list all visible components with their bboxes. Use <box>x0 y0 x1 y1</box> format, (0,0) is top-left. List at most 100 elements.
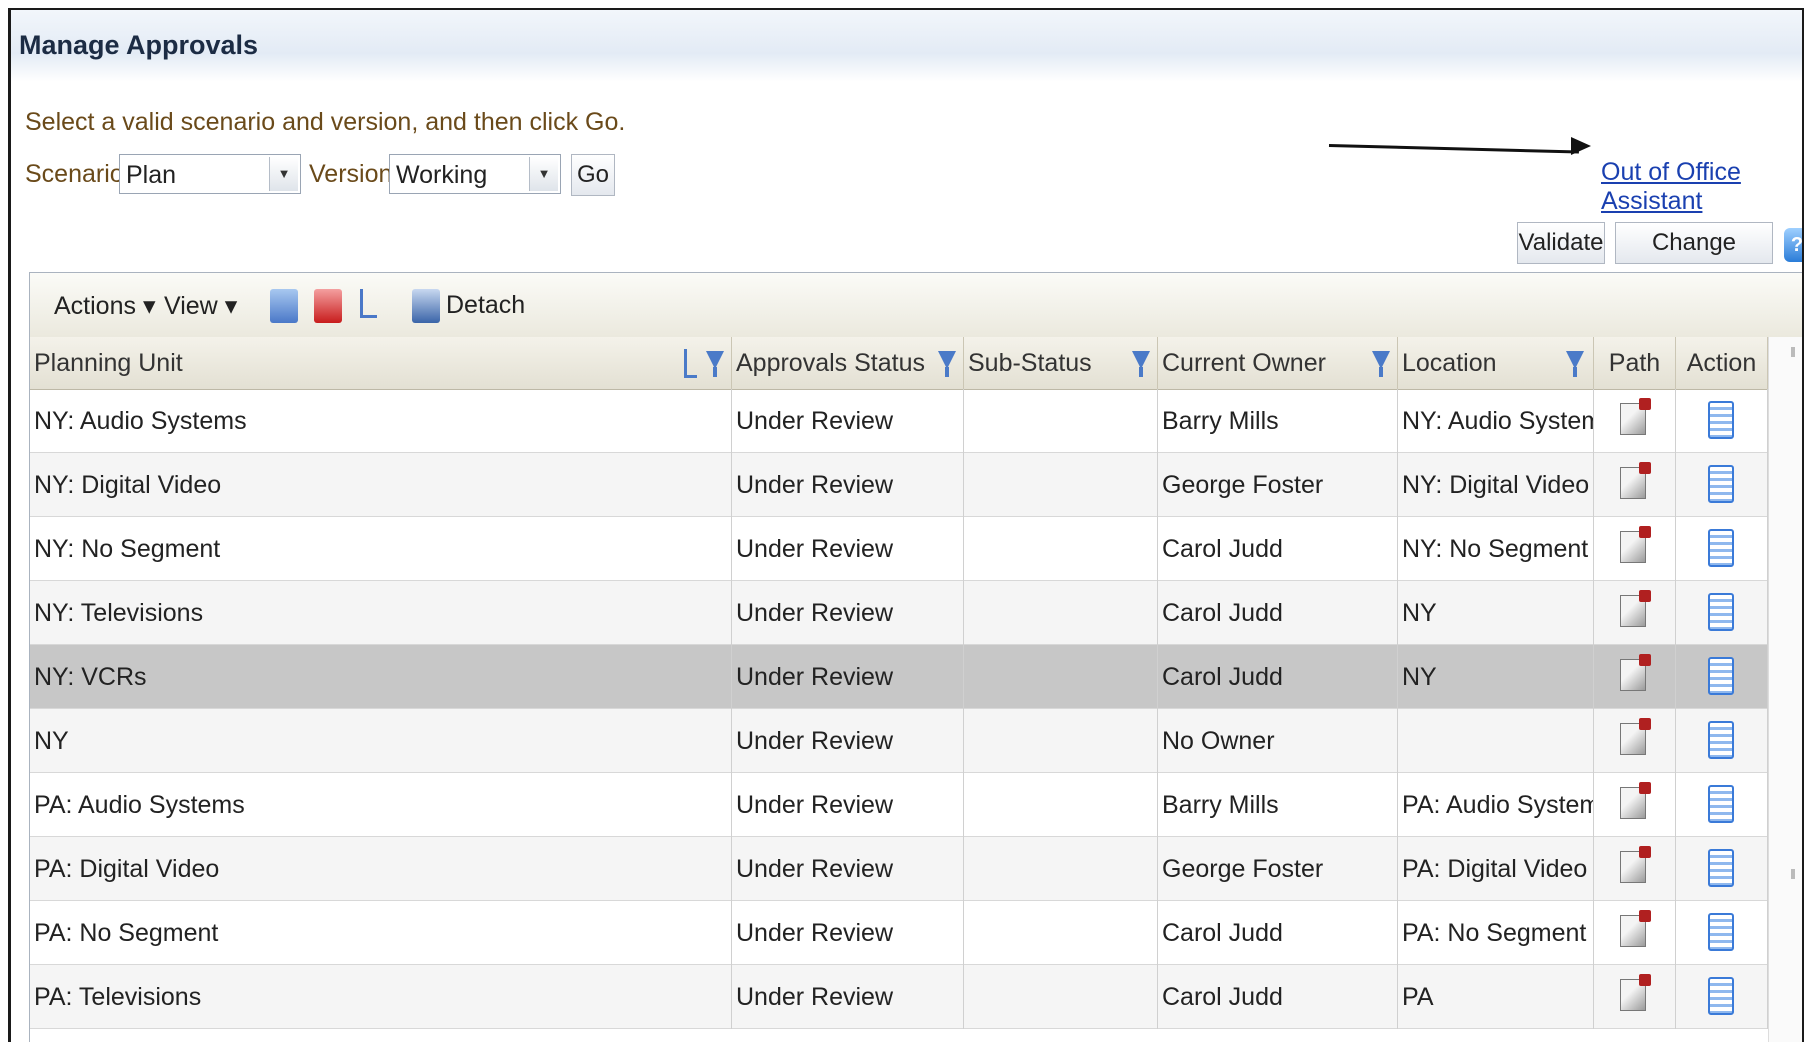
cell-sub-status <box>964 645 1158 709</box>
cell-action <box>1676 389 1768 453</box>
cell-approvals-status: Under Review <box>732 581 964 645</box>
actions-menu[interactable]: Actions ▾ <box>54 291 156 321</box>
chevron-down-icon: ▾ <box>224 292 238 320</box>
column-header-label: Planning Unit <box>34 349 183 377</box>
column-header-sub-status[interactable]: Sub-Status <box>964 337 1158 389</box>
filter-icon[interactable] <box>1566 351 1584 377</box>
detach-icon[interactable] <box>412 289 440 323</box>
filter-icon[interactable] <box>706 351 724 377</box>
column-header-path[interactable]: Path <box>1594 337 1676 389</box>
table-row[interactable]: PA: No Segment Under Review Carol Judd PA: … <box>30 901 1768 965</box>
version-select[interactable]: Working ▼ <box>389 154 561 194</box>
cell-current-owner: George Foster <box>1158 453 1398 517</box>
export-icon[interactable] <box>270 289 298 323</box>
hierarchy-icon[interactable] <box>684 349 697 378</box>
cell-planning-unit: PA: Digital Video <box>30 837 732 901</box>
action-details-icon[interactable] <box>1708 913 1734 951</box>
table-row[interactable]: NY: Televisions Under Review Carol Judd NY <box>30 581 1768 645</box>
action-details-icon[interactable] <box>1708 849 1734 887</box>
view-menu[interactable]: View ▾ <box>164 291 237 321</box>
chevron-down-icon[interactable]: ▼ <box>269 157 298 191</box>
action-details-icon[interactable] <box>1708 593 1734 631</box>
path-icon[interactable] <box>1620 462 1651 499</box>
action-details-icon[interactable] <box>1708 657 1734 695</box>
help-icon[interactable]: ? <box>1784 228 1802 262</box>
action-details-icon[interactable] <box>1708 401 1734 439</box>
cell-current-owner: George Foster <box>1158 837 1398 901</box>
filter-icon[interactable] <box>938 351 956 377</box>
action-details-icon[interactable] <box>1708 785 1734 823</box>
cell-approvals-status: Under Review <box>732 837 964 901</box>
cell-planning-unit: NY <box>30 709 732 773</box>
path-icon[interactable] <box>1620 718 1651 755</box>
filter-icon[interactable] <box>1372 351 1390 377</box>
path-icon[interactable] <box>1620 974 1651 1011</box>
column-header-location[interactable]: Location <box>1398 337 1594 389</box>
detach-button[interactable]: Detach <box>446 291 525 320</box>
instruction-text: Select a valid scenario and version, and… <box>25 108 626 136</box>
cell-current-owner: Carol Judd <box>1158 581 1398 645</box>
column-header-approvals-status[interactable]: Approvals Status <box>732 337 964 389</box>
cell-current-owner: No Owner <box>1158 709 1398 773</box>
cell-approvals-status: Under Review <box>732 389 964 453</box>
cell-current-owner: Barry Mills <box>1158 773 1398 837</box>
cell-planning-unit: PA: No Segment <box>30 901 732 965</box>
path-icon[interactable] <box>1620 782 1651 819</box>
vertical-scrollbar[interactable] <box>1768 337 1802 1042</box>
cell-path <box>1594 645 1676 709</box>
cell-planning-unit: NY: Audio Systems <box>30 389 732 453</box>
cell-sub-status <box>964 517 1158 581</box>
table-row[interactable]: NY: Audio Systems Under Review Barry Mills… <box>30 389 1768 453</box>
title-bar: Manage Approvals <box>11 10 1802 82</box>
cell-location: NY: Audio Systems <box>1398 389 1594 453</box>
action-details-icon[interactable] <box>1708 465 1734 503</box>
column-header-planning-unit[interactable]: Planning Unit <box>30 337 732 389</box>
action-details-icon[interactable] <box>1708 529 1734 567</box>
table-row[interactable]: NY: No Segment Under Review Carol Judd NY: … <box>30 517 1768 581</box>
cell-action <box>1676 517 1768 581</box>
chevron-down-icon[interactable]: ▼ <box>529 157 558 191</box>
path-icon[interactable] <box>1620 846 1651 883</box>
path-icon[interactable] <box>1620 910 1651 947</box>
filter-icon[interactable] <box>1132 351 1150 377</box>
validate-button[interactable]: Validate <box>1517 222 1605 264</box>
table-row[interactable]: PA: Audio Systems Under Review Barry Mills… <box>30 773 1768 837</box>
column-header-label: Approvals Status <box>736 349 925 377</box>
table-row[interactable]: NY: VCRs Under Review Carol Judd NY <box>30 645 1768 709</box>
out-of-office-assistant-link[interactable]: Out of Office Assistant <box>1601 158 1802 216</box>
annotation-arrow-line <box>1328 144 1579 154</box>
action-details-icon[interactable] <box>1708 977 1734 1015</box>
path-icon[interactable] <box>1620 590 1651 627</box>
version-value: Working <box>396 161 488 189</box>
column-header-current-owner[interactable]: Current Owner <box>1158 337 1398 389</box>
cell-location: NY <box>1398 581 1594 645</box>
column-header-label: Sub-Status <box>968 349 1092 377</box>
cell-approvals-status: Under Review <box>732 965 964 1029</box>
table-row[interactable]: NY: Digital Video Under Review George Fost… <box>30 453 1768 517</box>
path-icon[interactable] <box>1620 398 1651 435</box>
table-row[interactable]: NY Under Review No Owner <box>30 709 1768 773</box>
page-title: Manage Approvals <box>19 30 259 60</box>
go-button[interactable]: Go <box>571 154 615 196</box>
cell-path <box>1594 453 1676 517</box>
change-status-button[interactable]: Change Status <box>1615 222 1773 296</box>
hierarchy-icon[interactable] <box>360 289 377 318</box>
cell-path <box>1594 709 1676 773</box>
cell-approvals-status: Under Review <box>732 517 964 581</box>
scenario-label: Scenario <box>25 160 124 188</box>
path-icon[interactable] <box>1620 654 1651 691</box>
cell-path <box>1594 837 1676 901</box>
column-header-action[interactable]: Action <box>1676 337 1768 389</box>
table-row[interactable]: PA: Televisions Under Review Carol Judd PA <box>30 965 1768 1029</box>
scenario-select[interactable]: Plan ▼ <box>119 154 301 194</box>
action-details-icon[interactable] <box>1708 721 1734 759</box>
cell-current-owner: Carol Judd <box>1158 645 1398 709</box>
delete-icon[interactable] <box>314 289 342 323</box>
version-label: Version <box>309 160 393 188</box>
cell-sub-status <box>964 901 1158 965</box>
cell-current-owner: Barry Mills <box>1158 389 1398 453</box>
table-row[interactable]: PA: Digital Video Under Review George Fost… <box>30 837 1768 901</box>
approvals-table-panel: Actions ▾ View ▾ Detach Planning Unit Ap… <box>29 272 1802 1042</box>
path-icon[interactable] <box>1620 526 1651 563</box>
cell-sub-status <box>964 709 1158 773</box>
